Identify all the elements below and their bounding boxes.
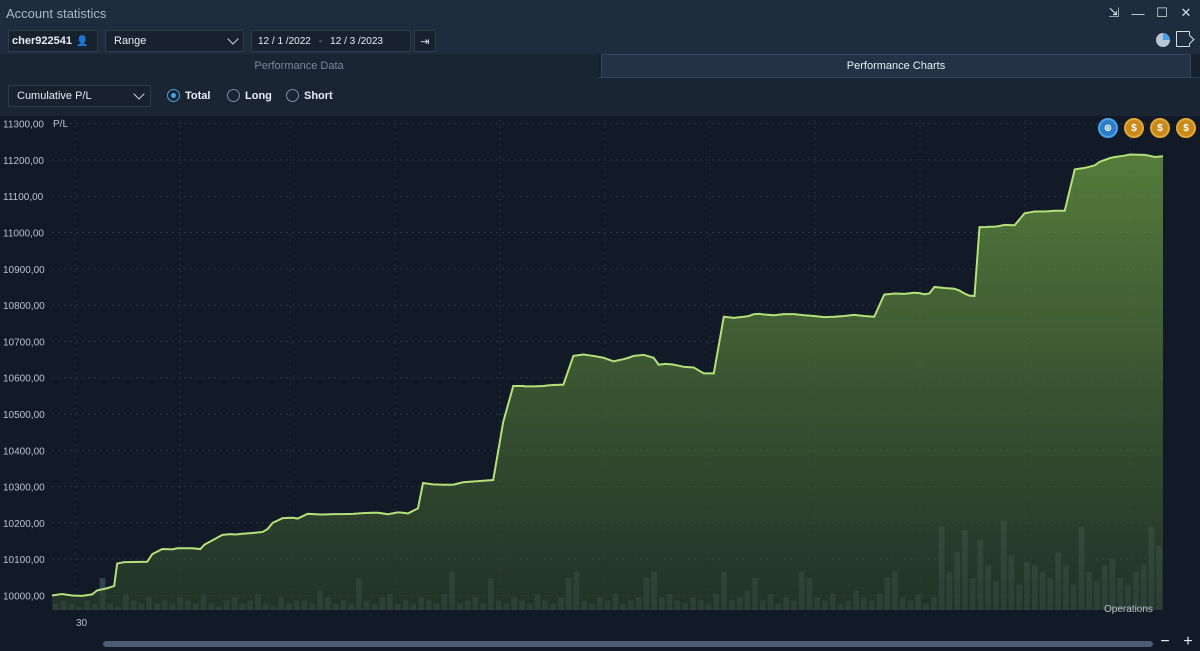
window-title: Account statistics — [6, 6, 107, 21]
toolbar-right — [1156, 31, 1190, 47]
range-value: Range — [114, 35, 147, 47]
window-controls: ⇲ — ☐ ✕ — [1104, 3, 1196, 23]
radio-short[interactable]: Short — [286, 89, 333, 102]
y-tick-label: 11000,00 — [3, 229, 44, 240]
date-range-field[interactable]: 12 / 1 /2022 - 12 / 3 /2023 — [251, 30, 411, 52]
radio-dot — [286, 89, 299, 102]
pie-chart-icon[interactable] — [1156, 33, 1170, 47]
close-icon[interactable]: ✕ — [1176, 3, 1196, 23]
y-tick-label: 10600,00 — [3, 374, 45, 385]
tab-bar: Performance Data Performance Charts — [0, 54, 1200, 78]
y-tick-label: 10800,00 — [3, 301, 45, 312]
chevron-down-icon — [133, 88, 145, 100]
date-from[interactable]: 12 / 1 /2022 — [258, 36, 311, 47]
window-titlebar: Account statistics ⇲ — ☐ ✕ — [0, 0, 1200, 28]
y-tick-label: 10200,00 — [3, 519, 45, 530]
zoom-in-button[interactable]: + — [1180, 634, 1196, 650]
y-tick-label: 11200,00 — [3, 156, 44, 167]
y-axis-label: P/L — [53, 119, 68, 130]
chart-buttons: ⊕ $ $ $ — [1098, 118, 1196, 138]
pl-area-fill — [52, 154, 1163, 610]
radio-long[interactable]: Long — [227, 89, 272, 102]
radio-long-label: Long — [245, 89, 272, 102]
y-tick-label: 10100,00 — [3, 555, 45, 566]
tab-performance-charts[interactable]: Performance Charts — [601, 54, 1191, 78]
x-tick-label: 30 — [76, 618, 88, 629]
range-dropdown[interactable]: Range — [105, 30, 244, 52]
date-separator: - — [318, 35, 323, 47]
minimize-icon[interactable]: — — [1128, 3, 1148, 23]
radio-total-label: Total — [185, 89, 211, 102]
y-tick-label: 10500,00 — [3, 410, 45, 421]
operations-label: Operations — [1104, 604, 1153, 615]
y-tick-label: 10400,00 — [3, 446, 45, 457]
coin-icon[interactable]: $ — [1176, 118, 1196, 138]
coin-icon[interactable]: $ — [1124, 118, 1144, 138]
y-tick-label: 10700,00 — [3, 337, 45, 348]
horizontal-scrollbar: − + — [0, 634, 1200, 651]
y-tick-label: 10900,00 — [3, 265, 45, 276]
user-icon: 👤 — [75, 35, 89, 47]
pl-area — [51, 153, 1164, 610]
radio-short-label: Short — [304, 89, 333, 102]
chart-area[interactable]: 10000,00 10100,00 10200,00 10300,00 10400,00… — [0, 116, 1200, 636]
calendar-icon[interactable]: ⇥ — [414, 30, 436, 52]
y-tick-label: 10300,00 — [3, 483, 45, 494]
toolbar: cher922541 👤 Range 12 / 1 /2022 - 12 / 3… — [0, 28, 1200, 54]
metric-dropdown[interactable]: Cumulative P/L — [8, 85, 151, 107]
chart-options-bar: Cumulative P/L Total Long Short — [0, 78, 1200, 116]
metric-value: Cumulative P/L — [17, 90, 92, 102]
cumulative-pl-chart[interactable]: 10000,00 10100,00 10200,00 10300,00 10400,00… — [0, 116, 1200, 636]
zoom-out-button[interactable]: − — [1157, 634, 1173, 650]
pin-icon[interactable]: ⇲ — [1104, 3, 1124, 23]
account-selector[interactable]: cher922541 👤 — [8, 30, 98, 52]
radio-dot — [167, 89, 180, 102]
y-tick-label: 10000,00 — [3, 591, 45, 602]
scroll-thumb[interactable] — [103, 641, 1153, 647]
globe-icon[interactable]: ⊕ — [1098, 118, 1118, 138]
coin-icon[interactable]: $ — [1150, 118, 1170, 138]
radio-total[interactable]: Total — [167, 89, 210, 102]
y-tick-label: 11100,00 — [3, 192, 44, 203]
y-tick-label: 11300,00 — [3, 120, 44, 131]
date-to[interactable]: 12 / 3 /2023 — [330, 36, 383, 47]
tab-performance-data[interactable]: Performance Data — [0, 54, 598, 78]
maximize-icon[interactable]: ☐ — [1152, 3, 1172, 23]
y-axis-ticks: 10000,00 10100,00 10200,00 10300,00 10400,00… — [3, 120, 45, 603]
chevron-down-icon — [227, 33, 239, 45]
export-icon[interactable] — [1176, 31, 1190, 47]
radio-dot — [227, 89, 240, 102]
account-name: cher922541 — [12, 35, 72, 47]
